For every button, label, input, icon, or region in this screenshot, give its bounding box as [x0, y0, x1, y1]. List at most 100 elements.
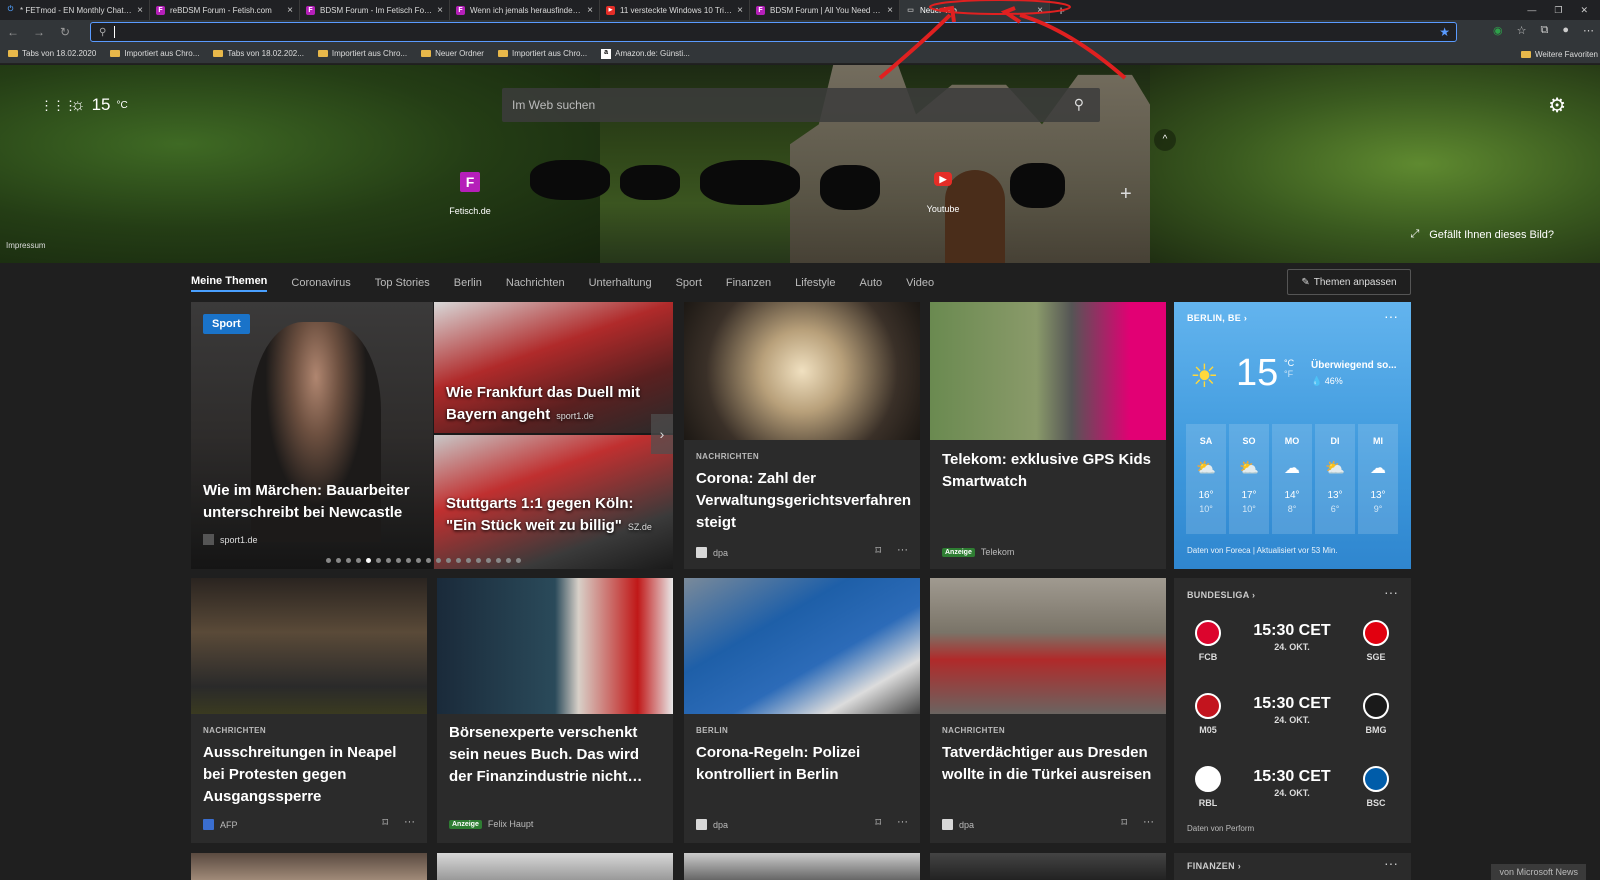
bookmark-icon[interactable]: ⌑ — [875, 544, 881, 557]
forward-icon[interactable]: → — [26, 25, 52, 39]
nav-item-video[interactable]: Video — [906, 277, 934, 289]
more-options-icon[interactable]: ··· — [897, 544, 908, 557]
close-window-icon[interactable]: ✕ — [1580, 5, 1588, 16]
unit-celsius[interactable]: °C — [1284, 358, 1294, 369]
bookmark-folder[interactable]: Neuer Ordner — [421, 49, 484, 58]
carousel-story-top[interactable]: Wie Frankfurt das Duell mit Bayern angeh… — [434, 302, 673, 433]
news-carousel[interactable]: Sport Wie im Märchen: Bauarbeiter unters… — [191, 302, 673, 569]
collections-icon[interactable]: ⧉ — [1540, 24, 1548, 37]
new-tab-button[interactable]: + — [1050, 0, 1072, 20]
search-icon[interactable]: ⚲ — [1074, 96, 1084, 113]
carousel-dot[interactable] — [396, 558, 401, 563]
more-options-icon[interactable]: ··· — [404, 816, 415, 829]
widget-header[interactable]: BUNDESLIGA › — [1187, 590, 1255, 600]
favorites-icon[interactable]: ☆ — [1517, 24, 1527, 37]
profile-avatar-icon[interactable]: ● — [1562, 24, 1569, 37]
quicklink-youtube[interactable]: ▶ Youtube — [903, 172, 983, 214]
carousel-dot[interactable] — [476, 558, 481, 563]
widget-header[interactable]: FINANZEN › — [1187, 861, 1241, 871]
nav-item-sport[interactable]: Sport — [676, 277, 702, 289]
nav-item-meine-themen[interactable]: Meine Themen — [191, 275, 268, 292]
browser-tab[interactable]: FreBDSM Forum - Fetish.com × — [150, 0, 300, 20]
add-quicklink-icon[interactable]: + — [1120, 183, 1132, 206]
more-options-icon[interactable]: ··· — [1384, 855, 1398, 871]
quicklink-fetisch[interactable]: F Fetisch.de — [430, 172, 510, 216]
weather-widget[interactable]: BERLIN, BE › ··· ☀ 15 °C °F Überwiegend s… — [1174, 302, 1411, 569]
bookmark-icon[interactable]: ⌑ — [1121, 816, 1127, 829]
browser-tab[interactable]: F Wenn ich jemals herausfinde, w... × — [450, 0, 600, 20]
customize-topics-button[interactable]: ✎ Themen anpassen — [1287, 269, 1411, 295]
news-card-peek[interactable] — [930, 853, 1166, 880]
carousel-story-bottom[interactable]: Stuttgarts 1:1 gegen Köln: "Ein Stück we… — [434, 435, 673, 569]
bookmark-folder[interactable]: Tabs von 18.02.202... — [213, 49, 304, 58]
news-card[interactable]: NACHRICHTEN Corona: Zahl der Verwaltungs… — [684, 302, 920, 569]
reload-icon[interactable]: ↻ — [52, 25, 78, 39]
carousel-dot[interactable] — [436, 558, 441, 563]
close-tab-icon[interactable]: × — [1037, 5, 1043, 16]
carousel-dot[interactable] — [406, 558, 411, 563]
forecast-day[interactable]: DI ⛅ 13° 6° — [1315, 424, 1355, 534]
match-row[interactable]: FCB 15:30 CET 24. OKT. SGE — [1186, 620, 1399, 680]
carousel-dot[interactable] — [426, 558, 431, 563]
finanzen-widget[interactable]: FINANZEN › ··· — [1174, 853, 1411, 880]
header-weather[interactable]: ☼ 15 °C — [70, 95, 128, 115]
news-card-peek[interactable] — [684, 853, 920, 880]
address-bar[interactable]: ⚲ ★ — [90, 22, 1457, 42]
more-options-icon[interactable]: ··· — [897, 816, 908, 829]
bookmark-icon[interactable]: ⌑ — [875, 816, 881, 829]
news-card-ad[interactable]: Telekom: exklusive GPS Kids Smartwatch A… — [930, 302, 1166, 569]
bookmark-folder[interactable]: Tabs von 18.02.2020 — [8, 49, 96, 58]
match-row[interactable]: RBL 15:30 CET 24. OKT. BSC — [1186, 766, 1399, 826]
nav-item-unterhaltung[interactable]: Unterhaltung — [589, 277, 652, 289]
nav-item-lifestyle[interactable]: Lifestyle — [795, 277, 835, 289]
news-card-ad[interactable]: Börsenexperte verschenkt sein neues Buch… — [437, 578, 673, 843]
bookmark-folder[interactable]: Importiert aus Chro... — [110, 49, 199, 58]
close-tab-icon[interactable]: × — [137, 5, 143, 16]
close-tab-icon[interactable]: × — [587, 5, 593, 16]
forecast-day[interactable]: MI ☁ 13° 9° — [1358, 424, 1398, 534]
bookmark-icon[interactable]: ⌑ — [382, 816, 388, 829]
nav-item-nachrichten[interactable]: Nachrichten — [506, 277, 565, 289]
forecast-day[interactable]: SO ⛅ 17° 10° — [1229, 424, 1269, 534]
more-options-icon[interactable]: ··· — [1384, 308, 1398, 324]
weather-footer[interactable]: Daten von Foreca | Aktualisiert vor 53 M… — [1187, 546, 1338, 555]
weather-location[interactable]: BERLIN, BE › — [1187, 313, 1247, 323]
more-options-icon[interactable]: ··· — [1143, 816, 1154, 829]
nav-item-auto[interactable]: Auto — [860, 277, 883, 289]
chevron-up-icon[interactable]: ^ — [1154, 129, 1176, 151]
impressum-link[interactable]: Impressum — [6, 241, 46, 250]
carousel-dot[interactable] — [386, 558, 391, 563]
carousel-dot[interactable] — [416, 558, 421, 563]
carousel-dot[interactable] — [506, 558, 511, 563]
carousel-dot[interactable] — [446, 558, 451, 563]
chevron-right-icon[interactable]: › — [651, 414, 673, 454]
browser-tab[interactable]: ▶ 11 versteckte Windows 10 Tricks... × — [600, 0, 750, 20]
news-card[interactable]: NACHRICHTEN Ausschreitungen in Neapel be… — [191, 578, 427, 843]
nav-item-berlin[interactable]: Berlin — [454, 277, 482, 289]
carousel-dot[interactable] — [356, 558, 361, 563]
carousel-dot[interactable] — [516, 558, 521, 563]
bookmark-folder[interactable]: Importiert aus Chro... — [317, 49, 407, 58]
gear-icon[interactable]: ⚙ — [1548, 93, 1566, 118]
browser-tab[interactable]: ⏻ * FETmod - EN Monthly Chat - V... × — [0, 0, 150, 20]
carousel-dot[interactable] — [366, 558, 371, 563]
news-card[interactable]: BERLIN Corona-Regeln: Polizei kontrollie… — [684, 578, 920, 843]
more-favorites[interactable]: Weitere Favoriten — [1521, 50, 1598, 59]
browser-tab[interactable]: F BDSM Forum - Im Fetisch Forum... × — [300, 0, 450, 20]
unit-fahrenheit[interactable]: °F — [1284, 369, 1294, 380]
forecast-day[interactable]: SA ⛅ 16° 10° — [1186, 424, 1226, 534]
match-row[interactable]: M05 15:30 CET 24. OKT. BMG — [1186, 693, 1399, 753]
favorite-star-icon[interactable]: ★ — [1439, 25, 1450, 39]
carousel-main-story[interactable]: Sport Wie im Märchen: Bauarbeiter unters… — [191, 302, 433, 569]
carousel-dot[interactable] — [466, 558, 471, 563]
carousel-dot[interactable] — [456, 558, 461, 563]
bundesliga-widget[interactable]: BUNDESLIGA › ··· FCB 15:30 CET 24. OKT. … — [1174, 578, 1411, 843]
forecast-day[interactable]: MO ☁ 14° 8° — [1272, 424, 1312, 534]
news-card[interactable]: NACHRICHTEN Tatverdächtiger aus Dresden … — [930, 578, 1166, 843]
carousel-dot[interactable] — [326, 558, 331, 563]
bookmark-folder[interactable]: Importiert aus Chro... — [497, 49, 587, 58]
extension-icon[interactable]: ◉ — [1493, 24, 1503, 37]
restore-icon[interactable]: ❐ — [1554, 5, 1562, 16]
carousel-dot[interactable] — [346, 558, 351, 563]
close-tab-icon[interactable]: × — [737, 5, 743, 16]
